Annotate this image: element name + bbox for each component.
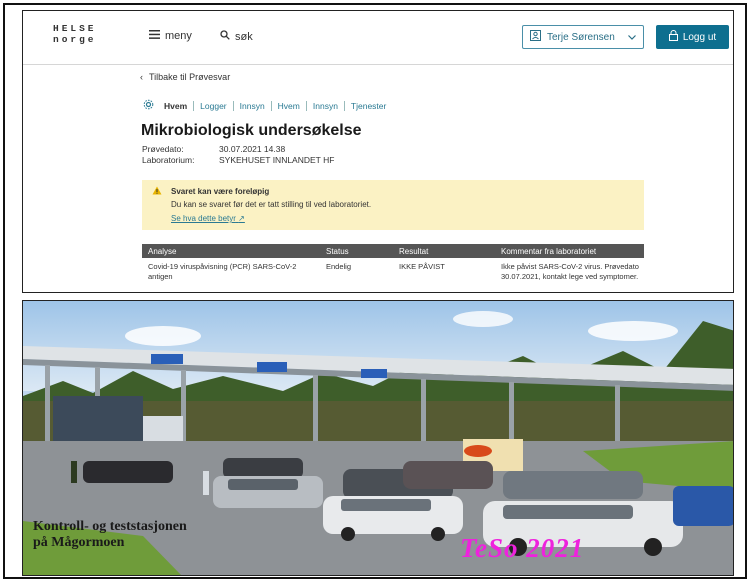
user-menu-button[interactable]: Terje Sørensen — [522, 25, 644, 49]
tab-4[interactable]: Hvem — [272, 100, 307, 111]
test-station-photo: Kontroll- og teststasjonen på Mågormoen … — [22, 300, 734, 576]
report-meta: Prøvedato: 30.07.2021 14.38 Laboratorium… — [142, 144, 334, 166]
tab-3[interactable]: Innsyn — [234, 100, 272, 111]
back-label: Tilbake til Prøvesvar — [149, 72, 231, 82]
table-row: Covid-19 viruspåvisning (PCR) SARS-CoV-2… — [142, 258, 644, 282]
teso-stamp: TeSo 2021 — [460, 533, 585, 563]
site-header: HELSE norge meny søk Terje Sørensen Logg… — [23, 11, 733, 65]
lock-icon — [668, 30, 678, 44]
outer-frame: HELSE norge meny søk Terje Sørensen Logg… — [3, 3, 747, 579]
meta-value: 30.07.2021 14.38 — [219, 144, 286, 154]
meta-row: Prøvedato: 30.07.2021 14.38 — [142, 144, 334, 155]
warning-heading-row: Svaret kan være foreløpig — [152, 186, 634, 197]
column-header-comment: Kommentar fra laboratoriet — [501, 246, 597, 256]
logo-line-1: HELSE — [53, 23, 97, 34]
tab-2[interactable]: Logger — [194, 100, 234, 111]
caption-line-2: på Mågormoen — [33, 535, 125, 550]
column-header-status: Status — [326, 246, 349, 256]
cell-result: IKKE PÅVIST — [399, 262, 445, 271]
column-header-result: Resultat — [399, 246, 429, 256]
search-label: søk — [235, 30, 253, 43]
meta-row: Laboratorium: SYKEHUSET INNLANDET HF — [142, 155, 334, 166]
hamburger-icon — [149, 30, 160, 42]
user-name: Terje Sørensen — [547, 31, 615, 43]
chevron-down-icon — [628, 32, 636, 43]
warning-body: Du kan se svaret før det er tatt stillin… — [171, 200, 372, 209]
search-button[interactable]: søk — [220, 30, 253, 43]
search-icon — [220, 30, 230, 43]
cell-comment: Ikke påvist SARS-CoV-2 virus. Prøvedato … — [501, 262, 639, 281]
meta-key: Laboratorium: — [142, 155, 195, 165]
settings-icon — [143, 99, 154, 112]
helsenorge-logo[interactable]: HELSE norge — [53, 23, 97, 45]
warning-link[interactable]: Se hva dette betyr ↗ — [171, 214, 634, 223]
warning-heading: Svaret kan være foreløpig — [171, 187, 270, 196]
table-header: Analyse Status Resultat Kommentar fra la… — [142, 244, 644, 258]
caption-line-1: Kontroll- og teststasjonen — [33, 519, 187, 534]
photo-caption: Kontroll- og teststasjonen på Mågormoen — [33, 519, 187, 551]
cell-analysis: Covid-19 viruspåvisning (PCR) SARS-CoV-2… — [148, 262, 297, 281]
meta-key: Prøvedato: — [142, 144, 184, 154]
tab-1[interactable]: Hvem — [158, 100, 195, 111]
external-link-icon: ↗ — [238, 214, 245, 223]
warning-box: Svaret kan være foreløpig Du kan se svar… — [142, 180, 644, 230]
column-header-analysis: Analyse — [148, 246, 177, 256]
logo-line-2: norge — [53, 34, 97, 45]
tab-5[interactable]: Innsyn — [307, 100, 345, 111]
results-table: Analyse Status Resultat Kommentar fra la… — [142, 244, 644, 282]
cell-status: Endelig — [326, 262, 352, 271]
user-icon — [530, 30, 541, 44]
back-link[interactable]: ‹ Tilbake til Prøvesvar — [140, 72, 230, 82]
logout-button[interactable]: Logg ut — [656, 25, 729, 49]
menu-button[interactable]: meny — [149, 30, 192, 42]
tab-bar: Hvem Logger Innsyn Hvem Innsyn Tjenester — [143, 99, 392, 112]
chevron-left-icon: ‹ — [140, 72, 143, 82]
menu-label: meny — [165, 30, 192, 42]
logout-label: Logg ut — [682, 31, 717, 43]
warning-icon — [152, 186, 162, 197]
page-title: Mikrobiologisk undersøkelse — [141, 122, 362, 139]
meta-value: SYKEHUSET INNLANDET HF — [219, 155, 335, 165]
warning-link-label: Se hva dette betyr — [171, 214, 236, 223]
helsenorge-screenshot: HELSE norge meny søk Terje Sørensen Logg… — [22, 10, 734, 293]
tab-6[interactable]: Tjenester — [345, 101, 392, 111]
